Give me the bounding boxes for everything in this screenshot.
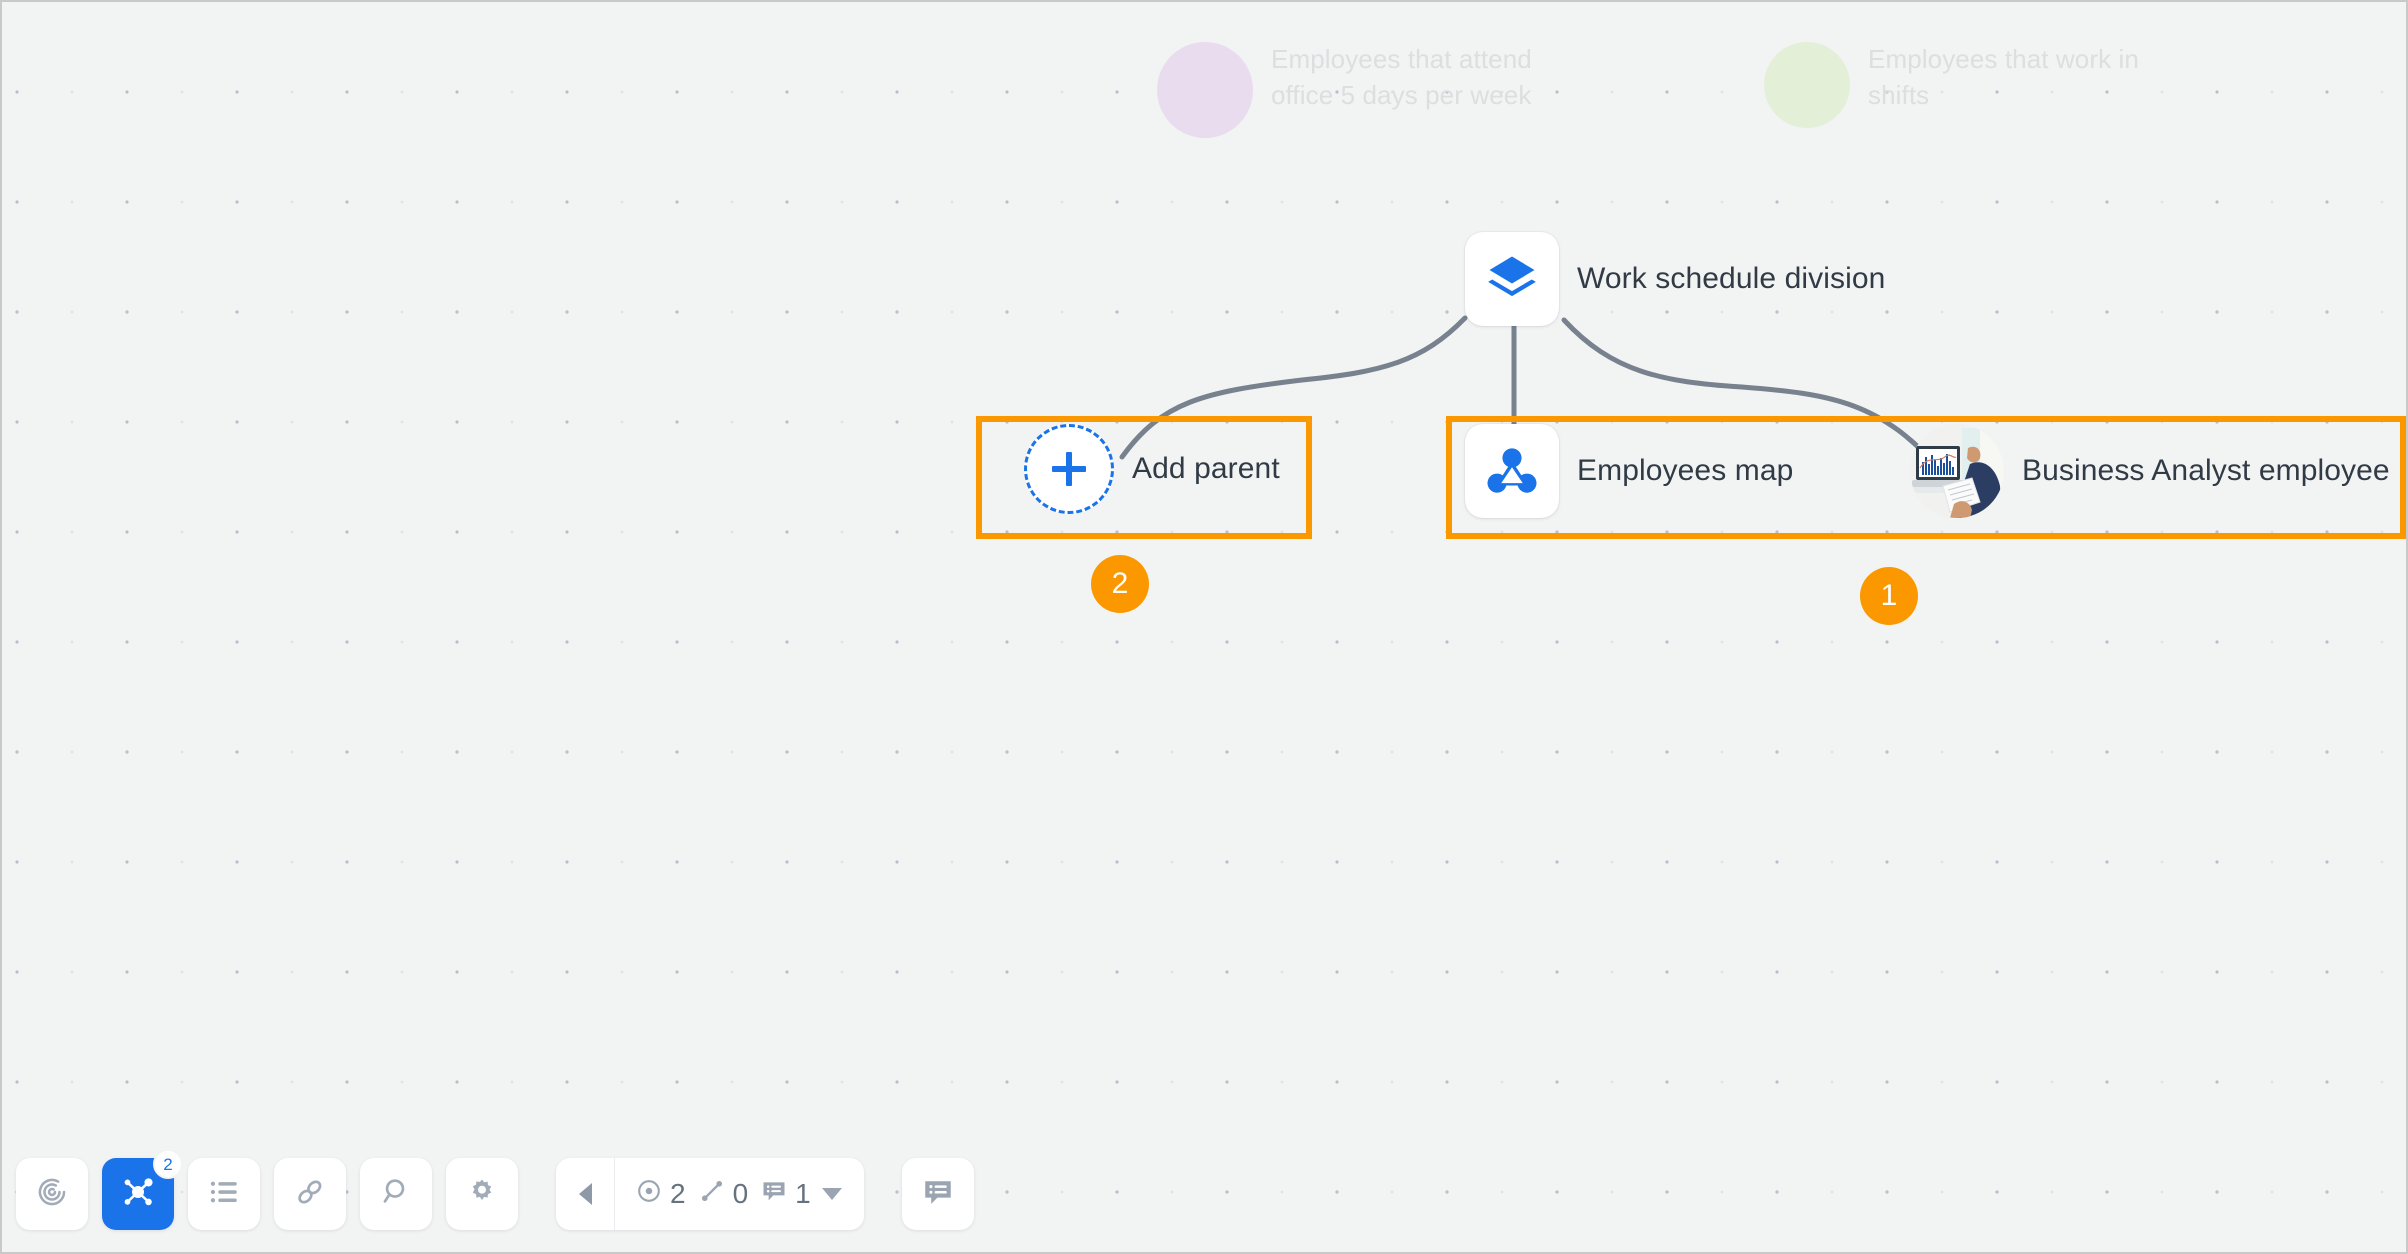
edges-counter[interactable]: 0 [698, 1177, 749, 1212]
comment-list-icon [760, 1177, 788, 1212]
group-label-text: Employees that work in shifts [1868, 44, 2139, 110]
counter-stats: 2 0 1 [615, 1158, 864, 1230]
annotation-badge-1: 1 [1860, 567, 1918, 625]
group-bubble-purple [1157, 42, 1253, 138]
add-parent-circle[interactable] [1024, 424, 1114, 514]
caret-down-icon[interactable] [821, 1188, 842, 1200]
node-employees-map[interactable]: Employees map [1465, 424, 1793, 518]
list-icon [207, 1175, 241, 1214]
group-label-green: Employees that work in shifts [1764, 42, 2198, 128]
canvas-dot-grid[interactable] [2, 2, 2406, 1252]
target-icon [35, 1175, 69, 1214]
edge-line-icon [698, 1177, 726, 1212]
layers-icon [1465, 232, 1559, 326]
org-network-icon [1465, 424, 1559, 518]
person-photo-avatar [1910, 424, 2004, 518]
nodes-counter[interactable]: 2 [635, 1177, 686, 1212]
mindmap-view-button[interactable]: 2 [102, 1149, 183, 1230]
group-label-text: Employees that attend office 5 days per … [1271, 44, 1532, 110]
target-icon-button[interactable] [16, 1158, 88, 1230]
node-label: Business Analyst employee [2022, 454, 2390, 487]
edges-count: 0 [732, 1178, 749, 1209]
mindmap-count-badge: 2 [153, 1149, 183, 1179]
comments-counter[interactable]: 1 [760, 1177, 842, 1212]
node-add-parent[interactable]: Add parent [1024, 424, 1280, 514]
search-icon [379, 1175, 413, 1214]
plus-icon [1052, 452, 1086, 486]
group-bubble-green [1764, 42, 1850, 128]
list-view-button[interactable] [188, 1158, 260, 1230]
node-label: Employees map [1577, 454, 1794, 487]
bottom-toolbar: 2 2 0 1 [16, 1149, 974, 1230]
search-button[interactable] [360, 1158, 432, 1230]
node-label: Add parent [1132, 452, 1280, 485]
circle-dot-icon [635, 1177, 663, 1212]
collapse-panel-button[interactable] [556, 1158, 615, 1230]
comments-panel-button[interactable] [901, 1158, 974, 1230]
gear-icon [466, 1176, 498, 1213]
link-icon [293, 1175, 327, 1214]
nodes-count: 2 [670, 1178, 686, 1209]
mindmap-icon [120, 1174, 156, 1215]
counter-group: 2 0 1 [556, 1158, 864, 1230]
link-button[interactable] [274, 1158, 346, 1230]
node-label: Work schedule division [1577, 262, 1886, 295]
comments-count: 1 [795, 1178, 811, 1209]
comment-panel-icon [921, 1175, 955, 1214]
mindmap-app-window: Employees that attend office 5 days per … [0, 0, 2408, 1254]
settings-button[interactable] [446, 1158, 518, 1230]
group-label-purple: Employees that attend office 5 days per … [1157, 42, 1601, 138]
node-business-analyst-employee[interactable]: Business Analyst employee [1910, 424, 2390, 518]
annotation-badge-2: 2 [1091, 555, 1149, 613]
caret-left-icon [578, 1183, 592, 1205]
node-work-schedule-division[interactable]: Work schedule division [1465, 232, 1885, 326]
